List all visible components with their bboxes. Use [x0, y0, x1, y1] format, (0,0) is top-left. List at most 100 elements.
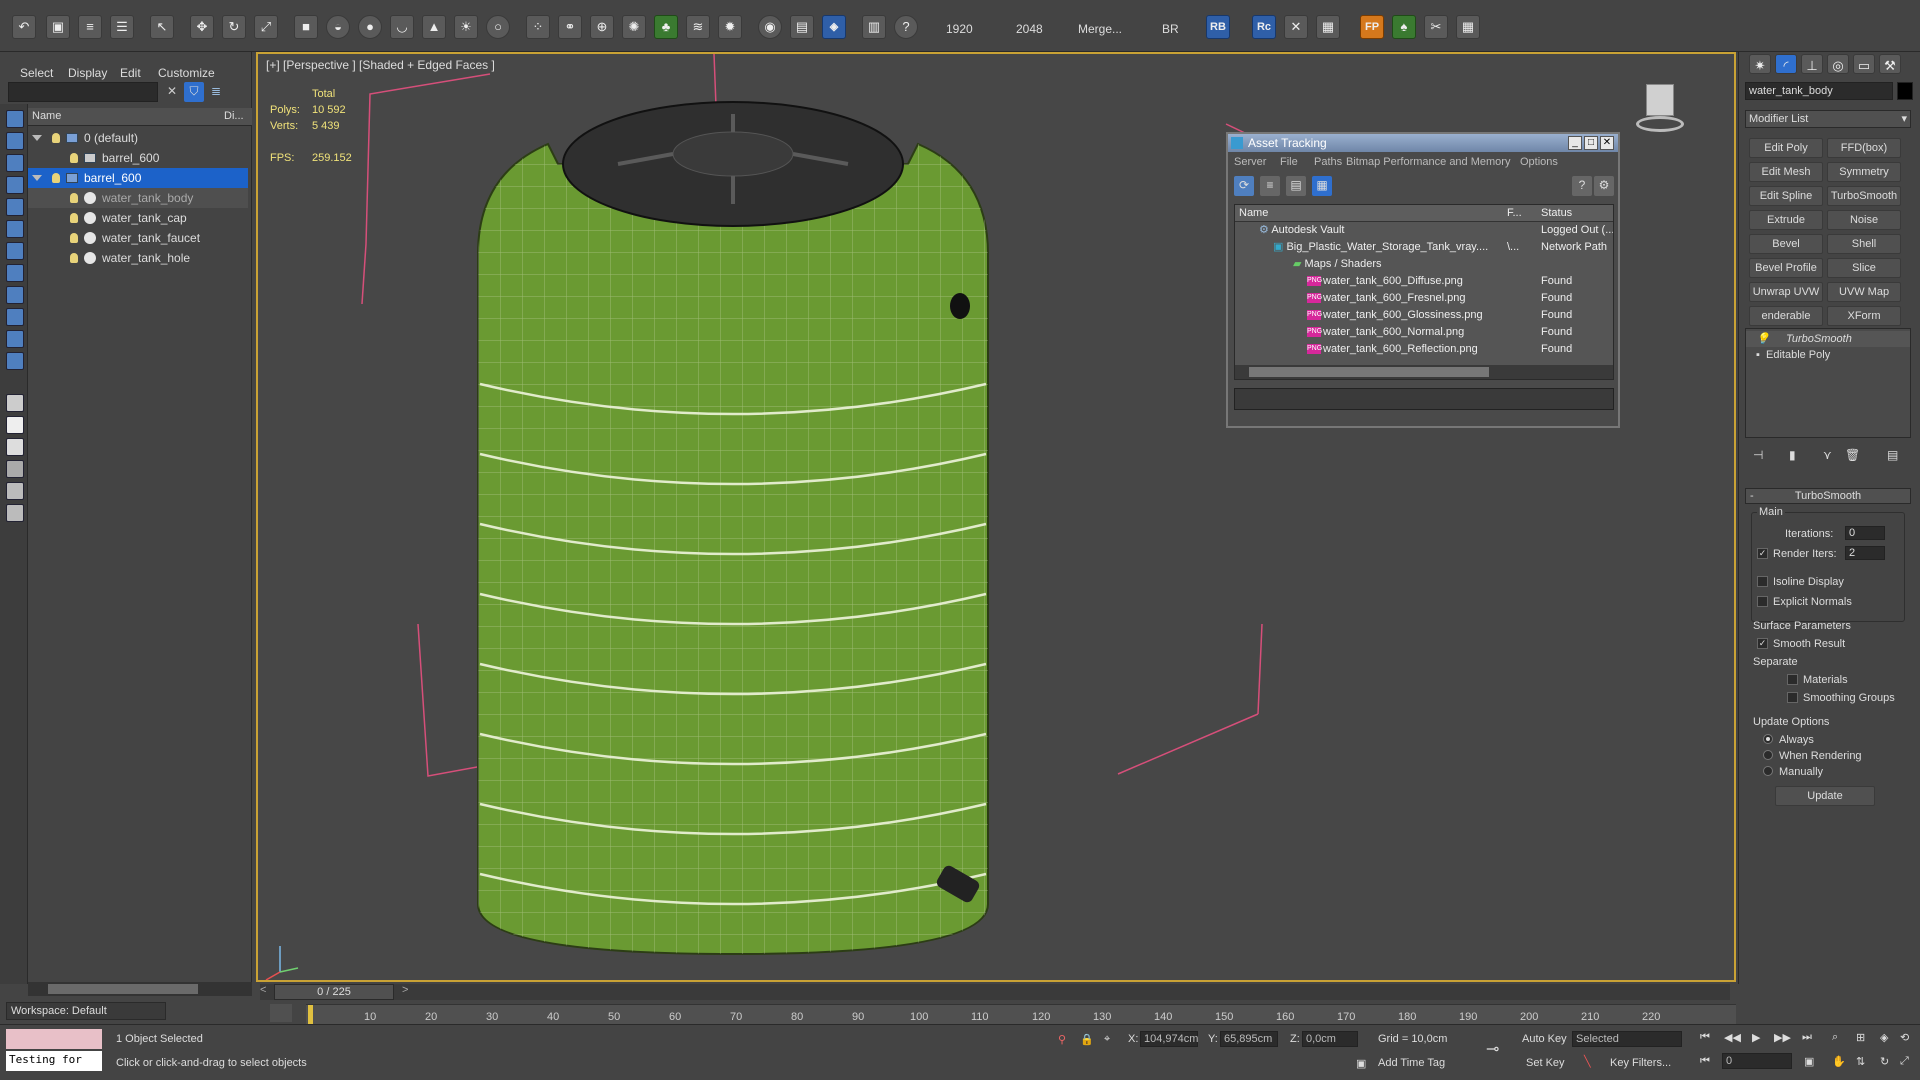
view-cube-box[interactable]	[1646, 84, 1674, 116]
rb-button[interactable]: RB	[1206, 15, 1230, 39]
y-coordinate-field[interactable]: 65,895cm	[1220, 1031, 1278, 1047]
update-button[interactable]: Update	[1775, 786, 1875, 806]
mod-slice-button[interactable]: Slice	[1827, 258, 1901, 278]
zoom-all-icon[interactable]: ⊞	[1856, 1031, 1865, 1044]
asset-tracking-titlebar[interactable]: Asset Tracking	[1228, 134, 1618, 152]
select-all-icon[interactable]	[6, 394, 24, 412]
tree-row-water-tank-faucet[interactable]: water_tank_faucet	[28, 228, 248, 248]
mod-edit-poly-button[interactable]: Edit Poly	[1749, 138, 1823, 158]
atom-icon[interactable]: ✺	[622, 15, 646, 39]
merge-text[interactable]: Merge...	[1078, 22, 1122, 36]
render-frame-icon[interactable]: ▣	[46, 15, 70, 39]
tree-icon[interactable]: ♠	[1392, 15, 1416, 39]
time-slider[interactable]: < 0 / 225 >	[260, 984, 1730, 1000]
display-all-icon[interactable]	[6, 154, 24, 172]
move-icon[interactable]: ✥	[190, 15, 214, 39]
explicit-normals-checkbox[interactable]	[1757, 596, 1768, 607]
fp-button[interactable]: FP	[1360, 15, 1384, 39]
play-icon[interactable]: ▶	[1752, 1031, 1760, 1044]
select-none-icon[interactable]	[6, 416, 24, 434]
make-unique-icon[interactable]: ⋎	[1823, 448, 1832, 462]
time-slider-thumb[interactable]: 0 / 225	[274, 984, 394, 1000]
always-radio[interactable]	[1763, 734, 1773, 744]
workspace-dropdown[interactable]: Workspace: Default	[6, 1002, 166, 1020]
hierarchy-tab-icon[interactable]: ⊥	[1801, 54, 1823, 74]
field-of-view-icon[interactable]: ◈	[1880, 1031, 1888, 1044]
column-display[interactable]: Di...	[224, 110, 244, 122]
asset-col-name[interactable]: Name	[1239, 205, 1268, 222]
render-setup-icon[interactable]: ◈	[822, 15, 846, 39]
tree-row-water-tank-cap[interactable]: water_tank_cap	[28, 208, 248, 228]
tree-row-water-tank-hole[interactable]: water_tank_hole	[28, 248, 248, 268]
plant-icon[interactable]: ♣	[654, 15, 678, 39]
br-text[interactable]: BR	[1162, 22, 1179, 36]
mod-bevel-profile-button[interactable]: Bevel Profile	[1749, 258, 1823, 278]
zoom-extents-icon[interactable]: ⌕	[1832, 1031, 1838, 1044]
orbit-subobject-icon[interactable]: ↻	[1880, 1055, 1889, 1068]
mod-symmetry-button[interactable]: Symmetry	[1827, 162, 1901, 182]
undo-icon[interactable]: ↶	[12, 15, 36, 39]
help-icon[interactable]: ?	[1572, 176, 1592, 196]
sphere-light-icon[interactable]: ○	[486, 15, 510, 39]
mod-edit-spline-button[interactable]: Edit Spline	[1749, 186, 1823, 206]
list-view-icon[interactable]: ≡	[1260, 176, 1280, 196]
explorer-menu-display[interactable]: Display	[68, 66, 107, 80]
stack-item-editable-poly[interactable]: ▪ Editable Poly	[1746, 347, 1910, 363]
mod-renderable-spline-button[interactable]: enderable Splir	[1749, 306, 1823, 340]
auto-key-button[interactable]: Auto Key	[1522, 1033, 1567, 1045]
materials-checkbox[interactable]	[1787, 674, 1798, 685]
show-end-result-icon[interactable]: ▮	[1789, 448, 1796, 462]
time-tag-icon[interactable]: ▣	[1356, 1057, 1366, 1070]
mod-turbosmooth-button[interactable]: TurboSmooth	[1827, 186, 1901, 206]
iterations-spinner[interactable]: 0	[1845, 526, 1885, 540]
go-to-start-icon[interactable]: ⏮	[1700, 1031, 1710, 1044]
help-icon[interactable]: ?	[894, 15, 918, 39]
cone-icon[interactable]: ▲	[422, 15, 446, 39]
render-icon[interactable]: ▥	[862, 15, 886, 39]
x-coordinate-field[interactable]: 104,974cm	[1140, 1031, 1198, 1047]
scene-explorer-icon[interactable]: ☰	[110, 15, 134, 39]
asset-row[interactable]: PNGwater_tank_600_Fresnel.png Found	[1235, 290, 1613, 307]
hair-icon[interactable]: ≋	[686, 15, 710, 39]
configure-sets-icon[interactable]: ▤	[1887, 448, 1898, 462]
box-primitive-icon[interactable]: ■	[294, 15, 318, 39]
explorer-menu-customize[interactable]: Customize	[158, 66, 215, 80]
lock-selection-icon[interactable]: 🔒	[1080, 1033, 1094, 1046]
key-mode-dropdown[interactable]: Selected	[1572, 1031, 1682, 1047]
hierarchy-icon[interactable]	[6, 482, 24, 500]
time-config-icon[interactable]: ▣	[1804, 1055, 1814, 1068]
view-cube[interactable]	[1628, 74, 1688, 134]
tree-row-object-barrel[interactable]: barrel_600	[28, 148, 248, 168]
physics-icon[interactable]: ⚭	[558, 15, 582, 39]
tree-row-water-tank-body[interactable]: water_tank_body	[28, 188, 248, 208]
light-bulb-icon[interactable]	[52, 173, 60, 183]
smoothing-groups-checkbox[interactable]	[1787, 692, 1798, 703]
minimize-button[interactable]: _	[1568, 136, 1582, 150]
asset-hscroll[interactable]	[1235, 365, 1613, 379]
asset-row[interactable]: PNGwater_tank_600_Glossiness.png Found	[1235, 307, 1613, 324]
asset-row[interactable]: PNGwater_tank_600_Diffuse.png Found	[1235, 273, 1613, 290]
maximize-button[interactable]: □	[1584, 136, 1598, 150]
render-iters-checkbox[interactable]: ✓	[1757, 548, 1768, 559]
refresh-icon[interactable]: ⟳	[1234, 176, 1254, 196]
light-bulb-icon[interactable]	[70, 193, 78, 203]
table-icon[interactable]: ▦	[1316, 15, 1340, 39]
settings-icon[interactable]: ⚙	[1594, 176, 1614, 196]
pin-stack-icon[interactable]: ⊣	[1753, 448, 1763, 462]
pan-icon[interactable]: ✋	[1832, 1055, 1846, 1068]
asset-path-field[interactable]	[1234, 388, 1614, 410]
scroll-thumb[interactable]	[48, 984, 198, 994]
layer-manager-icon[interactable]: ≡	[78, 15, 102, 39]
previous-key-icon[interactable]: ◀◀	[1724, 1031, 1741, 1044]
water-tank-model[interactable]	[477, 101, 989, 956]
next-key-icon[interactable]: ▶▶	[1774, 1031, 1791, 1044]
frame-track[interactable]: 10 20 30 40 50 60 70 80 90 100 110 120 1…	[306, 1004, 1736, 1025]
cameras-filter-icon[interactable]	[6, 242, 24, 260]
funnel-icon[interactable]	[6, 460, 24, 478]
select-object-icon[interactable]: ↖	[150, 15, 174, 39]
light-bulb-icon[interactable]	[70, 213, 78, 223]
asset-menu-options[interactable]: Options	[1520, 156, 1558, 168]
go-to-end-icon[interactable]: ⏭	[1802, 1031, 1812, 1044]
turbosmooth-rollout-header[interactable]: - TurboSmooth	[1745, 488, 1911, 504]
key-mode-icon[interactable]: ⏮	[1700, 1055, 1710, 1068]
